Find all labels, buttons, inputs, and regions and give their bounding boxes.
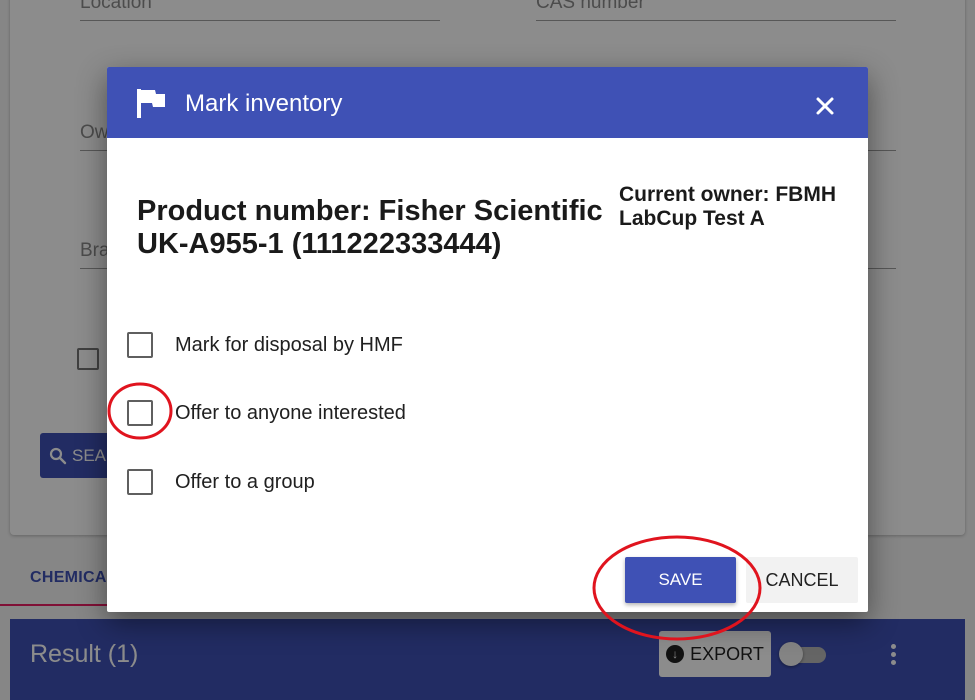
option-offer-anyone[interactable]: Offer to anyone interested [127,398,406,428]
dialog-header: Mark inventory [107,67,868,138]
close-icon[interactable] [814,95,836,117]
option-mark-disposal[interactable]: Mark for disposal by HMF [127,330,403,360]
option-label: Mark for disposal by HMF [175,333,403,356]
cancel-button[interactable]: CANCEL [746,557,858,603]
dialog-title: Mark inventory [185,90,343,117]
checkbox-offer-group[interactable] [127,469,153,495]
checkbox-mark-disposal[interactable] [127,332,153,358]
option-label: Offer to anyone interested [175,401,406,424]
product-number-heading: Product number: Fisher Scientific UK-A95… [137,195,603,260]
save-button[interactable]: SAVE [625,557,736,603]
mark-inventory-dialog: Mark inventory Product number: Fisher Sc… [107,67,868,612]
checkbox-offer-anyone[interactable] [127,400,153,426]
current-owner-text: Current owner: FBMH LabCup Test A [619,183,836,230]
option-offer-group[interactable]: Offer to a group [127,467,315,497]
flag-icon [137,89,165,118]
option-label: Offer to a group [175,470,315,493]
